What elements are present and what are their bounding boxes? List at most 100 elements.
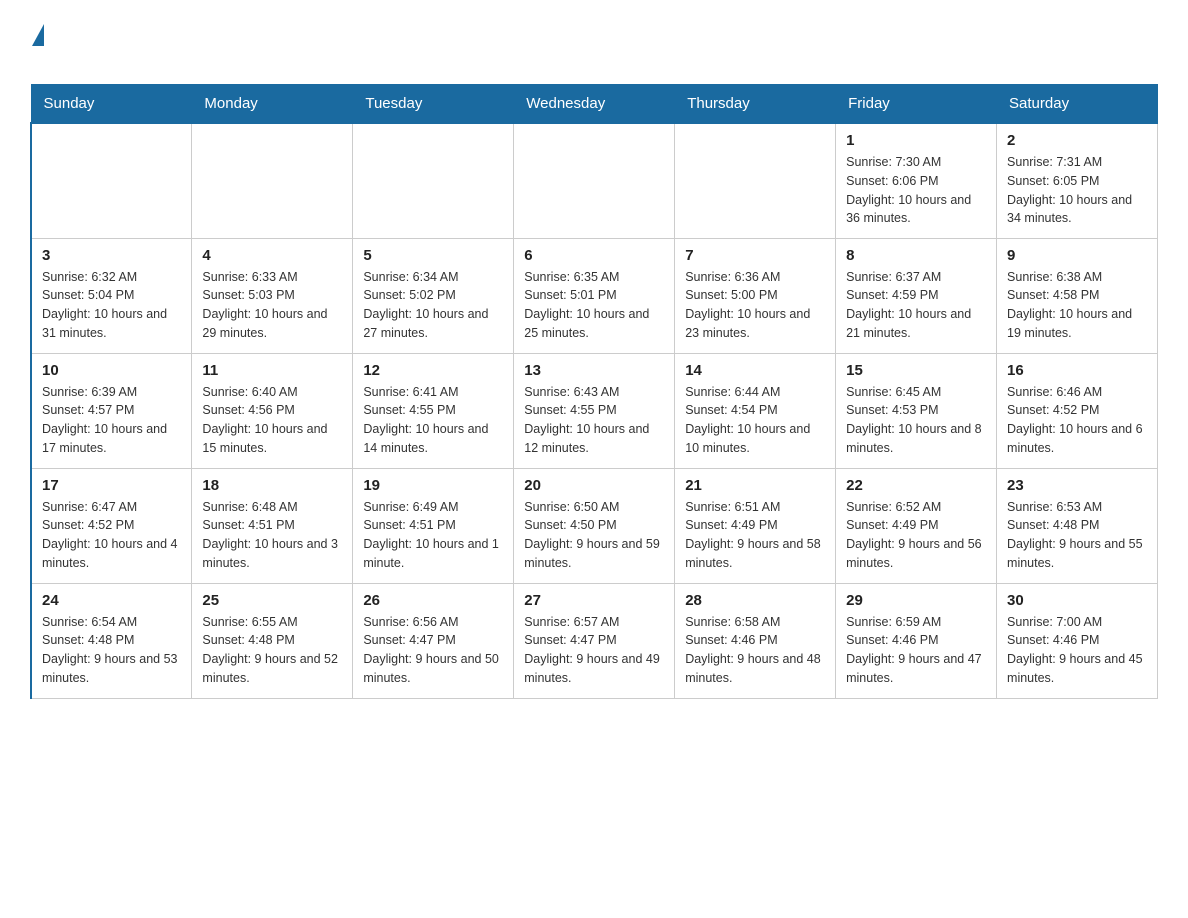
day-number: 26 <box>363 592 503 609</box>
calendar-header-friday: Friday <box>836 85 997 124</box>
day-number: 4 <box>202 247 342 264</box>
calendar-cell: 5Sunrise: 6:34 AMSunset: 5:02 PMDaylight… <box>353 238 514 353</box>
day-info: Sunrise: 6:55 AMSunset: 4:48 PMDaylight:… <box>202 613 342 688</box>
day-info: Sunrise: 6:53 AMSunset: 4:48 PMDaylight:… <box>1007 498 1147 573</box>
day-number: 24 <box>42 592 181 609</box>
week-row-2: 3 Sunrise: 6:32 AMSunset: 5:04 PMDaylight… <box>31 238 1158 353</box>
day-info: Sunrise: 6:49 AMSunset: 4:51 PMDaylight:… <box>363 498 503 573</box>
day-number: 15 <box>846 362 986 379</box>
calendar-cell: 26 Sunrise: 6:56 AMSunset: 4:47 PMDayligh… <box>353 583 514 698</box>
day-number: 22 <box>846 477 986 494</box>
day-number: 20 <box>524 477 664 494</box>
calendar-cell: 24 Sunrise: 6:54 AMSunset: 4:48 PMDayligh… <box>31 583 192 698</box>
calendar-cell: 15Sunrise: 6:45 AMSunset: 4:53 PMDayligh… <box>836 353 997 468</box>
day-info: Sunrise: 6:54 AMSunset: 4:48 PMDaylight:… <box>42 613 181 688</box>
calendar-cell: 29 Sunrise: 6:59 AMSunset: 4:46 PMDayligh… <box>836 583 997 698</box>
calendar-cell: 16 Sunrise: 6:46 AMSunset: 4:52 PMDayligh… <box>997 353 1158 468</box>
day-number: 29 <box>846 592 986 609</box>
day-info: Sunrise: 6:56 AMSunset: 4:47 PMDaylight:… <box>363 613 503 688</box>
day-number: 2 <box>1007 132 1147 149</box>
day-info: Sunrise: 6:58 AMSunset: 4:46 PMDaylight:… <box>685 613 825 688</box>
calendar-cell: 27 Sunrise: 6:57 AMSunset: 4:47 PMDayligh… <box>514 583 675 698</box>
day-number: 28 <box>685 592 825 609</box>
day-number: 10 <box>42 362 181 379</box>
day-info: Sunrise: 7:00 AMSunset: 4:46 PMDaylight:… <box>1007 613 1147 688</box>
day-info: Sunrise: 6:57 AMSunset: 4:47 PMDaylight:… <box>524 613 664 688</box>
day-info: Sunrise: 6:40 AMSunset: 4:56 PMDaylight:… <box>202 383 342 458</box>
day-info: Sunrise: 6:36 AMSunset: 5:00 PMDaylight:… <box>685 268 825 343</box>
day-info: Sunrise: 6:32 AMSunset: 5:04 PMDaylight:… <box>42 268 181 343</box>
day-info: Sunrise: 7:31 AMSunset: 6:05 PMDaylight:… <box>1007 153 1147 228</box>
week-row-4: 17 Sunrise: 6:47 AMSunset: 4:52 PMDayligh… <box>31 468 1158 583</box>
day-info: Sunrise: 6:52 AMSunset: 4:49 PMDaylight:… <box>846 498 986 573</box>
day-number: 3 <box>42 247 181 264</box>
calendar-cell: 10 Sunrise: 6:39 AMSunset: 4:57 PMDayligh… <box>31 353 192 468</box>
day-number: 8 <box>846 247 986 264</box>
week-row-3: 10 Sunrise: 6:39 AMSunset: 4:57 PMDayligh… <box>31 353 1158 468</box>
calendar-cell: 2 Sunrise: 7:31 AMSunset: 6:05 PMDaylight… <box>997 123 1158 238</box>
day-number: 1 <box>846 132 986 149</box>
page-header <box>30 24 1158 64</box>
calendar-cell: 7Sunrise: 6:36 AMSunset: 5:00 PMDaylight… <box>675 238 836 353</box>
day-number: 9 <box>1007 247 1147 264</box>
calendar-cell: 22 Sunrise: 6:52 AMSunset: 4:49 PMDayligh… <box>836 468 997 583</box>
calendar-cell: 11 Sunrise: 6:40 AMSunset: 4:56 PMDayligh… <box>192 353 353 468</box>
day-info: Sunrise: 6:48 AMSunset: 4:51 PMDaylight:… <box>202 498 342 573</box>
calendar-cell: 19 Sunrise: 6:49 AMSunset: 4:51 PMDayligh… <box>353 468 514 583</box>
day-number: 17 <box>42 477 181 494</box>
calendar-cell: 4Sunrise: 6:33 AMSunset: 5:03 PMDaylight… <box>192 238 353 353</box>
calendar-cell <box>31 123 192 238</box>
day-info: Sunrise: 6:46 AMSunset: 4:52 PMDaylight:… <box>1007 383 1147 458</box>
day-number: 11 <box>202 362 342 379</box>
logo-spacer <box>30 38 85 64</box>
day-number: 16 <box>1007 362 1147 379</box>
calendar-cell: 17 Sunrise: 6:47 AMSunset: 4:52 PMDayligh… <box>31 468 192 583</box>
calendar-cell: 21 Sunrise: 6:51 AMSunset: 4:49 PMDayligh… <box>675 468 836 583</box>
calendar-header-thursday: Thursday <box>675 85 836 124</box>
day-info: Sunrise: 6:43 AMSunset: 4:55 PMDaylight:… <box>524 383 664 458</box>
calendar-cell: 18 Sunrise: 6:48 AMSunset: 4:51 PMDayligh… <box>192 468 353 583</box>
calendar-cell: 13Sunrise: 6:43 AMSunset: 4:55 PMDayligh… <box>514 353 675 468</box>
day-info: Sunrise: 6:34 AMSunset: 5:02 PMDaylight:… <box>363 268 503 343</box>
day-number: 14 <box>685 362 825 379</box>
calendar-header-saturday: Saturday <box>997 85 1158 124</box>
day-info: Sunrise: 7:30 AMSunset: 6:06 PMDaylight:… <box>846 153 986 228</box>
calendar-cell: 23 Sunrise: 6:53 AMSunset: 4:48 PMDayligh… <box>997 468 1158 583</box>
calendar-cell <box>514 123 675 238</box>
day-number: 21 <box>685 477 825 494</box>
calendar-cell: 30 Sunrise: 7:00 AMSunset: 4:46 PMDayligh… <box>997 583 1158 698</box>
calendar-cell: 6 Sunrise: 6:35 AMSunset: 5:01 PMDaylight… <box>514 238 675 353</box>
day-info: Sunrise: 6:37 AMSunset: 4:59 PMDaylight:… <box>846 268 986 343</box>
day-info: Sunrise: 6:47 AMSunset: 4:52 PMDaylight:… <box>42 498 181 573</box>
day-info: Sunrise: 6:38 AMSunset: 4:58 PMDaylight:… <box>1007 268 1147 343</box>
day-number: 19 <box>363 477 503 494</box>
day-number: 6 <box>524 247 664 264</box>
calendar-cell: 12Sunrise: 6:41 AMSunset: 4:55 PMDayligh… <box>353 353 514 468</box>
day-number: 25 <box>202 592 342 609</box>
day-info: Sunrise: 6:50 AMSunset: 4:50 PMDaylight:… <box>524 498 664 573</box>
calendar-header-wednesday: Wednesday <box>514 85 675 124</box>
week-row-1: 1 Sunrise: 7:30 AMSunset: 6:06 PMDaylight… <box>31 123 1158 238</box>
calendar-header-monday: Monday <box>192 85 353 124</box>
calendar-cell: 14 Sunrise: 6:44 AMSunset: 4:54 PMDayligh… <box>675 353 836 468</box>
calendar-cell: 1 Sunrise: 7:30 AMSunset: 6:06 PMDaylight… <box>836 123 997 238</box>
day-number: 18 <box>202 477 342 494</box>
calendar-cell: 25 Sunrise: 6:55 AMSunset: 4:48 PMDayligh… <box>192 583 353 698</box>
day-info: Sunrise: 6:39 AMSunset: 4:57 PMDaylight:… <box>42 383 181 458</box>
day-number: 27 <box>524 592 664 609</box>
calendar-cell: 8 Sunrise: 6:37 AMSunset: 4:59 PMDaylight… <box>836 238 997 353</box>
calendar-cell <box>353 123 514 238</box>
day-info: Sunrise: 6:59 AMSunset: 4:46 PMDaylight:… <box>846 613 986 688</box>
calendar-header-row: SundayMondayTuesdayWednesdayThursdayFrid… <box>31 85 1158 124</box>
day-info: Sunrise: 6:51 AMSunset: 4:49 PMDaylight:… <box>685 498 825 573</box>
calendar-cell: 28 Sunrise: 6:58 AMSunset: 4:46 PMDayligh… <box>675 583 836 698</box>
calendar-header-tuesday: Tuesday <box>353 85 514 124</box>
calendar-cell: 9 Sunrise: 6:38 AMSunset: 4:58 PMDaylight… <box>997 238 1158 353</box>
day-info: Sunrise: 6:35 AMSunset: 5:01 PMDaylight:… <box>524 268 664 343</box>
day-number: 12 <box>363 362 503 379</box>
calendar-cell <box>192 123 353 238</box>
day-number: 23 <box>1007 477 1147 494</box>
day-info: Sunrise: 6:44 AMSunset: 4:54 PMDaylight:… <box>685 383 825 458</box>
calendar-cell: 20 Sunrise: 6:50 AMSunset: 4:50 PMDayligh… <box>514 468 675 583</box>
day-number: 30 <box>1007 592 1147 609</box>
